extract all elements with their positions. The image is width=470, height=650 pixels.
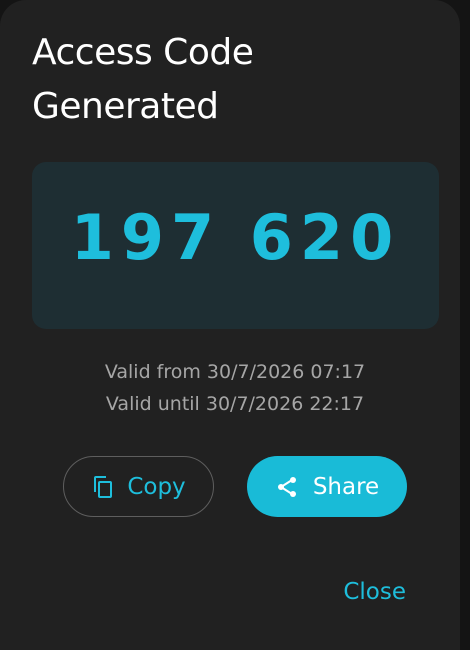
- access-code-box: 197 620: [32, 162, 439, 329]
- validity-info: Valid from 30/7/2026 07:17 Valid until 3…: [0, 356, 470, 420]
- share-button[interactable]: Share: [247, 456, 407, 517]
- dialog-title: Access Code Generated: [32, 32, 254, 127]
- valid-from-text: Valid from 30/7/2026 07:17: [104, 361, 366, 383]
- copy-icon: [91, 475, 115, 499]
- share-button-label: Share: [312, 473, 380, 500]
- close-button[interactable]: Close: [343, 579, 406, 605]
- copy-button-label: Copy: [127, 473, 186, 500]
- access-code: 197 620: [70, 200, 401, 274]
- share-icon: [275, 475, 299, 499]
- access-code-dialog: Access Code Generated 197 620 Valid from…: [0, 0, 460, 650]
- valid-until-text: Valid until 30/7/2026 22:17: [105, 393, 365, 415]
- copy-button[interactable]: Copy: [63, 456, 214, 517]
